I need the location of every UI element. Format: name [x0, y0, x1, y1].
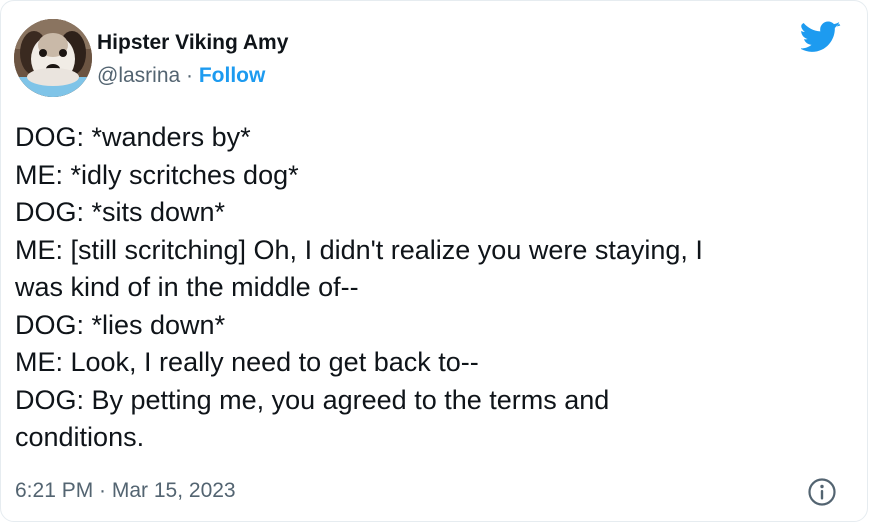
display-name[interactable]: Hipster Viking Amy	[97, 30, 288, 56]
avatar[interactable]	[14, 19, 92, 97]
user-handle[interactable]: @lasrina	[97, 64, 180, 87]
tweet-line: was kind of in the middle of--	[15, 272, 359, 302]
tweet-line: DOG: By petting me, you agreed to the te…	[15, 384, 610, 415]
follow-button[interactable]: Follow	[199, 64, 266, 87]
tweet-card: Hipster Viking Amy @lasrina · Follow DOG…	[0, 0, 868, 522]
handle-row: @lasrina · Follow	[97, 63, 265, 89]
twitter-bird-icon[interactable]	[801, 21, 841, 55]
tweet-line: ME: *idly scritches dog*	[15, 159, 299, 190]
tweet-line: DOG: *sits down*	[15, 197, 226, 227]
dog-avatar-image	[14, 19, 92, 97]
info-icon-graphic	[808, 478, 836, 506]
info-icon[interactable]	[807, 477, 837, 507]
tweet-line: DOG: *lies down*	[15, 309, 226, 340]
tweet-line: DOG: *wanders by*	[15, 122, 251, 152]
twitter-bird-graphic	[801, 21, 841, 52]
tweet-line: conditions.	[15, 422, 145, 452]
tweet-timestamp[interactable]: 6:21 PM · Mar 15, 2023	[15, 478, 236, 504]
tweet-line: ME: Look, I really need to get back to--	[15, 347, 479, 377]
separator-dot: ·	[186, 64, 199, 87]
tweet-line: ME: [still scritching] Oh, I didn't real…	[15, 234, 703, 265]
tweet-text: DOG: *wanders by* ME: *idly scritches do…	[15, 119, 835, 457]
